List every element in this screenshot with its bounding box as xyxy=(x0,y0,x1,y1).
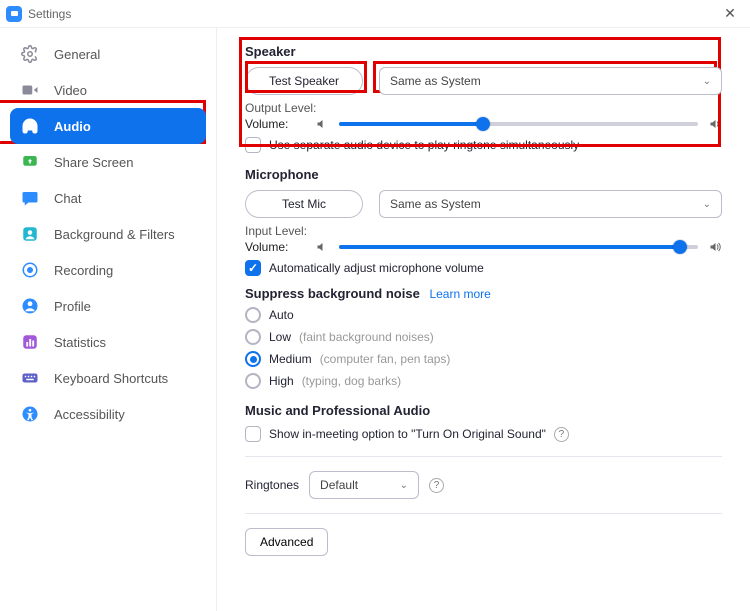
mic-device-dropdown[interactable]: Same as System ⌄ xyxy=(379,190,722,218)
output-level-label: Output Level: xyxy=(245,101,722,115)
input-level-label: Input Level: xyxy=(245,224,722,238)
auto-adjust-mic-label: Automatically adjust microphone volume xyxy=(269,261,484,275)
noise-option-hint: (faint background noises) xyxy=(299,330,434,344)
speaker-volume-label: Volume: xyxy=(245,117,305,131)
chevron-down-icon: ⌄ xyxy=(703,199,711,210)
help-icon[interactable]: ? xyxy=(554,427,569,442)
speaker-device-value: Same as System xyxy=(390,74,481,88)
sidebar-item-label: Statistics xyxy=(54,335,106,350)
sidebar-item-general[interactable]: General xyxy=(10,36,206,72)
sidebar-item-label: Video xyxy=(54,83,87,98)
keyboard-icon xyxy=(20,368,40,388)
speaker-title: Speaker xyxy=(245,44,722,59)
advanced-button[interactable]: Advanced xyxy=(245,528,328,556)
speaker-device-dropdown[interactable]: Same as System ⌄ xyxy=(379,67,722,95)
video-icon xyxy=(20,80,40,100)
sidebar-item-audio[interactable]: Audio xyxy=(10,108,206,144)
sidebar-item-chat[interactable]: Chat xyxy=(10,180,206,216)
recording-icon xyxy=(20,260,40,280)
sidebar-item-label: Background & Filters xyxy=(54,227,175,242)
sidebar-item-share-screen[interactable]: Share Screen xyxy=(10,144,206,180)
accessibility-icon xyxy=(20,404,40,424)
sidebar-item-accessibility[interactable]: Accessibility xyxy=(10,396,206,432)
sidebar-item-label: Keyboard Shortcuts xyxy=(54,371,168,386)
sidebar-item-label: General xyxy=(54,47,100,62)
separate-audio-checkbox[interactable] xyxy=(245,137,261,153)
volume-low-icon xyxy=(315,117,329,131)
sidebar-item-label: Accessibility xyxy=(54,407,125,422)
titlebar: Settings ✕ xyxy=(0,0,750,28)
chevron-down-icon: ⌄ xyxy=(703,76,711,87)
auto-adjust-mic-checkbox[interactable] xyxy=(245,260,261,276)
share-screen-icon xyxy=(20,152,40,172)
noise-option-label: Medium xyxy=(269,352,312,366)
original-sound-label: Show in-meeting option to "Turn On Origi… xyxy=(269,427,546,441)
sidebar-item-label: Share Screen xyxy=(54,155,134,170)
content-panel: Speaker Test Speaker Same as System ⌄ Ou… xyxy=(217,28,750,611)
background-icon xyxy=(20,224,40,244)
test-mic-button[interactable]: Test Mic xyxy=(245,190,363,218)
volume-high-icon xyxy=(708,117,722,131)
sidebar-item-label: Profile xyxy=(54,299,91,314)
noise-high-radio[interactable] xyxy=(245,373,261,389)
music-audio-title: Music and Professional Audio xyxy=(245,403,722,418)
sidebar-item-profile[interactable]: Profile xyxy=(10,288,206,324)
noise-option-label: Auto xyxy=(269,308,294,322)
learn-more-link[interactable]: Learn more xyxy=(429,287,490,301)
noise-option-label: Low xyxy=(269,330,291,344)
sidebar-item-label: Audio xyxy=(54,119,91,134)
sidebar-item-background-filters[interactable]: Background & Filters xyxy=(10,216,206,252)
noise-option-label: High xyxy=(269,374,294,388)
separate-audio-label: Use separate audio device to play ringto… xyxy=(269,138,579,152)
close-icon[interactable]: ✕ xyxy=(716,5,744,22)
ringtones-value: Default xyxy=(320,478,358,492)
chevron-down-icon: ⌄ xyxy=(400,480,408,491)
sidebar-item-recording[interactable]: Recording xyxy=(10,252,206,288)
profile-icon xyxy=(20,296,40,316)
ringtones-dropdown[interactable]: Default ⌄ xyxy=(309,471,419,499)
divider xyxy=(245,456,722,457)
app-icon xyxy=(6,6,22,22)
noise-auto-radio[interactable] xyxy=(245,307,261,323)
noise-option-hint: (computer fan, pen taps) xyxy=(320,352,451,366)
noise-low-radio[interactable] xyxy=(245,329,261,345)
microphone-title: Microphone xyxy=(245,167,722,182)
sidebar: General Video Audio Share Screen Chat xyxy=(0,28,217,611)
volume-low-icon xyxy=(315,240,329,254)
noise-medium-radio[interactable] xyxy=(245,351,261,367)
suppress-noise-title: Suppress background noise Learn more xyxy=(245,286,722,301)
sidebar-item-video[interactable]: Video xyxy=(10,72,206,108)
volume-high-icon xyxy=(708,240,722,254)
help-icon[interactable]: ? xyxy=(429,478,444,493)
sidebar-item-label: Recording xyxy=(54,263,113,278)
chat-icon xyxy=(20,188,40,208)
gear-icon xyxy=(20,44,40,64)
mic-volume-slider[interactable] xyxy=(339,245,698,249)
sidebar-item-label: Chat xyxy=(54,191,81,206)
speaker-volume-slider[interactable] xyxy=(339,122,698,126)
mic-device-value: Same as System xyxy=(390,197,481,211)
original-sound-checkbox[interactable] xyxy=(245,426,261,442)
test-speaker-button[interactable]: Test Speaker xyxy=(245,67,363,95)
divider xyxy=(245,513,722,514)
sidebar-item-keyboard-shortcuts[interactable]: Keyboard Shortcuts xyxy=(10,360,206,396)
noise-option-hint: (typing, dog barks) xyxy=(302,374,401,388)
ringtones-label: Ringtones xyxy=(245,478,299,492)
window-title: Settings xyxy=(28,7,71,21)
sidebar-item-statistics[interactable]: Statistics xyxy=(10,324,206,360)
headphones-icon xyxy=(20,116,40,136)
mic-volume-label: Volume: xyxy=(245,240,305,254)
statistics-icon xyxy=(20,332,40,352)
